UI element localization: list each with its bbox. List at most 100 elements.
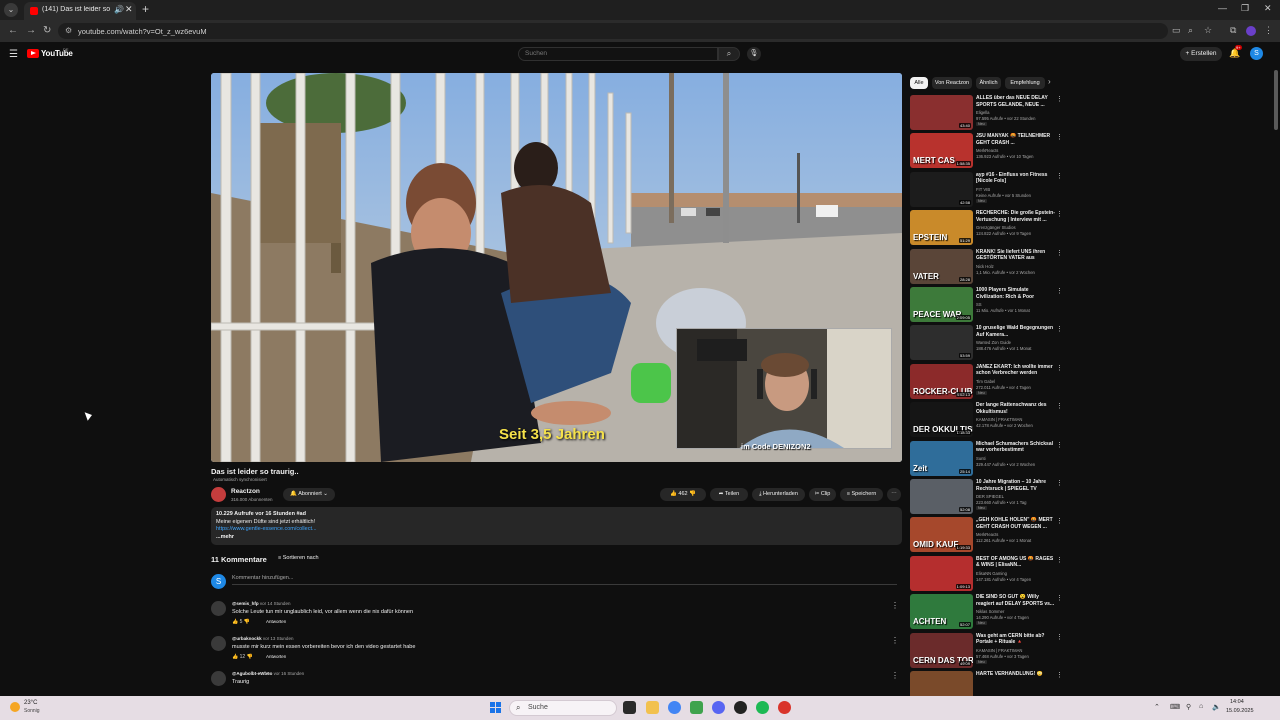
more-actions-icon[interactable]: ⋯: [887, 488, 901, 501]
description-more-link[interactable]: ...mehr: [216, 534, 234, 540]
back-icon[interactable]: ←: [8, 25, 18, 36]
video-thumbnail[interactable]: DER OKKULTISMUS1:18:33: [910, 402, 973, 438]
comment-menu-icon[interactable]: ⋮: [891, 601, 899, 610]
video-title[interactable]: Der lange Rattenschwanz des Okkultismus!: [976, 402, 1056, 415]
minimize-icon[interactable]: —: [1218, 3, 1227, 13]
maximize-icon[interactable]: ❐: [1241, 3, 1249, 14]
voice-search-icon[interactable]: 🎙: [747, 47, 761, 61]
sort-comments-button[interactable]: ≡ Sortieren nach: [278, 555, 319, 561]
search-input[interactable]: Suchen: [518, 47, 718, 61]
channel-name[interactable]: Reactzon: [231, 488, 260, 495]
video-menu-icon[interactable]: ⋮: [1056, 594, 1063, 602]
recommended-video[interactable]: VATER 28:28 KRANK! Sie liefert UNS ihren G…: [910, 248, 1065, 285]
tab-close-icon[interactable]: ✕: [125, 4, 133, 15]
chevron-right-icon[interactable]: ›: [1048, 77, 1051, 86]
discord-icon[interactable]: [712, 701, 725, 714]
browser-tab-active[interactable]: (141) Das ist leider so traurig 🔊 ✕: [24, 2, 136, 20]
video-title[interactable]: JANEZ EKART: Ich wollte immer schon Verb…: [976, 364, 1056, 377]
reply-button[interactable]: Antworten: [266, 619, 286, 624]
channel-name[interactable]: MerkReacts: [976, 532, 998, 537]
bookmark-star-icon[interactable]: ☆: [1204, 25, 1212, 36]
recommended-video[interactable]: PEACE WAR 2:09:05 1000 Players Simulate Ci…: [910, 287, 1065, 323]
minecraft-icon[interactable]: [690, 701, 703, 714]
recommended-video[interactable]: MERT CAS 1:58:35 JSU MANYAK 🤬 TEILNEHMER G…: [910, 133, 1065, 169]
video-menu-icon[interactable]: ⋮: [1056, 556, 1063, 564]
thumbs-down-icon[interactable]: 👎: [244, 619, 250, 625]
video-title[interactable]: ALLES über das NEUE DELAY SPORTS GELANDE…: [976, 95, 1056, 108]
add-comment-input[interactable]: Kommentar hinzufügen...: [232, 575, 897, 585]
recommended-video[interactable]: 43:40 ALLES über das NEUE DELAY SPORTS GE…: [910, 95, 1065, 131]
sun-weather-icon[interactable]: [10, 702, 20, 712]
weather-temperature[interactable]: 23°C: [24, 700, 37, 706]
site-info-icon[interactable]: ⚙: [65, 26, 72, 35]
thumbs-down-icon[interactable]: 👎: [247, 654, 253, 660]
description-box[interactable]: 10.229 Aufrufe vor 16 Stunden #ad Meine …: [211, 507, 902, 545]
video-title[interactable]: RECHERCHE: Die große Epstein-Vertuschung…: [976, 210, 1056, 223]
video-title[interactable]: Was geht am CERN bitte ab? Portale + Rit…: [976, 633, 1056, 646]
video-menu-icon[interactable]: ⋮: [1056, 633, 1063, 641]
guide-menu-icon[interactable]: ☰: [9, 49, 18, 60]
video-title[interactable]: „GEH KOHLE HOLEN" 🤬 MERT GEHT CRASH OUT …: [976, 517, 1056, 530]
youtube-logo-icon[interactable]: [27, 49, 39, 58]
like-dislike-button[interactable]: 👍 462 👎: [660, 488, 706, 501]
recommended-video[interactable]: ACHTEN 52:07 DIE SIND SO GUT 😮 Willy reagi…: [910, 594, 1065, 630]
volume-icon[interactable]: 🔈: [1212, 703, 1221, 711]
clock-date[interactable]: 15.09.2025: [1226, 708, 1254, 714]
video-menu-icon[interactable]: ⋮: [1056, 287, 1063, 295]
channel-name[interactable]: Wanted Zon Guide: [976, 340, 1011, 345]
video-thumbnail[interactable]: Zeit 25:14: [910, 440, 973, 476]
video-thumbnail[interactable]: EPSTEIN 51:29: [910, 210, 973, 246]
channel-avatar[interactable]: [211, 487, 226, 502]
scrollbar-thumb[interactable]: [1274, 70, 1278, 130]
spotify-icon[interactable]: [756, 701, 769, 714]
channel-name[interactable]: Niklas Sommer: [976, 609, 1004, 614]
video-title[interactable]: Michael Schumachers Schicksal war vorher…: [976, 441, 1056, 454]
channel-name[interactable]: KAMASIN | FRAKTIMAN: [976, 648, 1022, 653]
channel-name[interactable]: SS: [976, 302, 982, 307]
taskbar-search-box[interactable]: ⌕ Suche: [509, 700, 617, 716]
chip-recommended[interactable]: Empfehlung: [1005, 77, 1045, 89]
video-thumbnail[interactable]: 52:08: [910, 479, 973, 514]
file-explorer-icon[interactable]: [646, 701, 659, 714]
clip-button[interactable]: ✂ Clip: [809, 488, 836, 501]
recommended-video[interactable]: EPSTEIN 51:29 RECHERCHE: Die große Epstein…: [910, 210, 1065, 246]
commenter-avatar[interactable]: [211, 636, 226, 651]
app-icon[interactable]: [778, 701, 791, 714]
video-title[interactable]: KRANK! Sie liefert UNS ihren GESTÖRTEN V…: [976, 249, 1056, 262]
create-button[interactable]: + Erstellen: [1180, 47, 1222, 61]
thumbs-up-icon[interactable]: 👍: [232, 619, 238, 625]
keyboard-icon[interactable]: ⌨: [1170, 703, 1180, 711]
comment-menu-icon[interactable]: ⋮: [891, 636, 899, 645]
chip-from-channel[interactable]: Von Reactzon: [932, 77, 972, 89]
video-title[interactable]: ayp #16 - Einfluss von Fitness [Nicole F…: [976, 172, 1056, 185]
download-button[interactable]: ⤓ Herunterladen: [752, 488, 805, 501]
video-menu-icon[interactable]: ⋮: [1056, 133, 1063, 141]
video-thumbnail[interactable]: CERN DAS TOR ZUR49:09: [910, 632, 973, 668]
tray-overflow-icon[interactable]: ⌃: [1154, 703, 1160, 711]
description-link[interactable]: https://www.gentle-essence.com/collect..…: [216, 526, 317, 532]
reply-button[interactable]: Antworten: [266, 654, 286, 659]
channel-name[interactable]: Grenzgänger Studios: [976, 225, 1016, 230]
forward-icon[interactable]: →: [26, 25, 36, 36]
video-title[interactable]: HARTE VERHANDLUNG! 😳: [976, 671, 1056, 678]
page-scrollbar[interactable]: [1273, 66, 1278, 696]
save-button[interactable]: ≡ Speichern: [840, 488, 883, 501]
video-player[interactable]: im Code DENIZON2 Seit 3,5 Jahren: [211, 73, 902, 462]
video-menu-icon[interactable]: ⋮: [1056, 479, 1063, 487]
video-thumbnail[interactable]: ACHTEN 52:07: [910, 594, 973, 630]
subscribed-button[interactable]: 🔔 Abonniert ⌄: [283, 488, 335, 501]
commenter-avatar[interactable]: [211, 671, 226, 686]
comment-menu-icon[interactable]: ⋮: [891, 671, 899, 680]
steam-icon[interactable]: [734, 701, 747, 714]
network-icon[interactable]: ⌂: [1199, 703, 1203, 710]
audio-playing-icon[interactable]: 🔊: [114, 5, 124, 14]
tab-search-button[interactable]: ⌄: [4, 3, 18, 17]
cast-icon[interactable]: ▭: [1172, 25, 1181, 36]
search-button[interactable]: ⌕: [718, 47, 740, 61]
video-thumbnail[interactable]: 53:59: [910, 325, 973, 361]
video-thumbnail[interactable]: MERT CAS 1:58:35: [910, 133, 973, 169]
video-menu-icon[interactable]: ⋮: [1056, 210, 1063, 218]
channel-name[interactable]: Tim Gabel: [976, 379, 995, 384]
extensions-icon[interactable]: ⧉: [1230, 25, 1236, 36]
zoom-icon[interactable]: ⌕: [1188, 25, 1193, 36]
